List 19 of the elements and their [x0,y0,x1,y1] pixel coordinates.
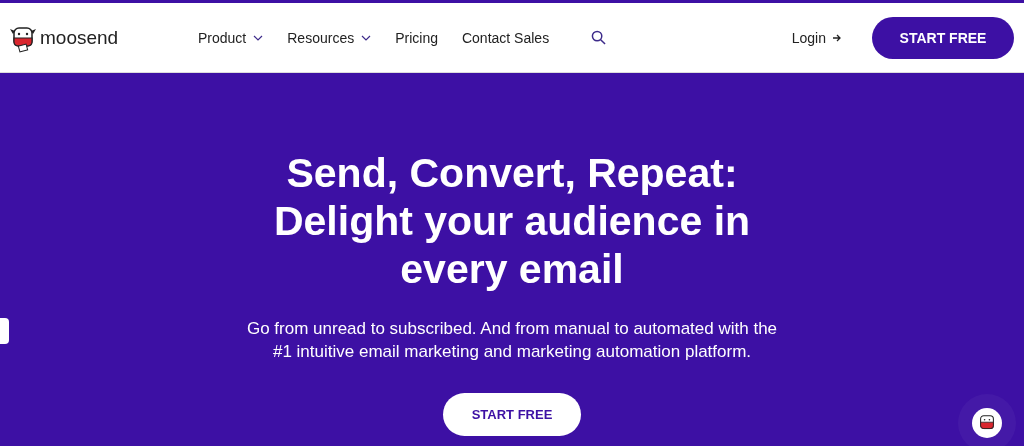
side-tab[interactable] [0,318,9,344]
headline: Delight your audience in [273,197,751,245]
subheadline: Go from unread to subscribed. And from manual to automated with the [246,318,778,340]
chat-button[interactable] [972,408,1002,438]
arrow-right-icon [832,32,842,43]
nav-link[interactable]: Resources [287,29,372,46]
headline: every email [400,245,624,293]
chevron-down-icon [253,34,264,41]
chevron-down-icon [361,34,372,41]
brand-name[interactable]: moosend [40,26,119,49]
login-link[interactable]: Login [791,29,826,46]
headline: Send, Convert, Repeat: [286,149,738,197]
start-free-button[interactable]: START FREE [443,393,581,436]
nav-link[interactable]: Product [198,29,264,46]
nav-link[interactable]: Contact Sales [461,29,550,46]
search-icon[interactable] [591,30,607,45]
subheadline: #1 intuitive email marketing and marketing automation platform. [272,341,752,363]
nav-link[interactable]: Pricing [395,29,438,46]
start-free-button[interactable]: START FREE [872,16,1014,59]
